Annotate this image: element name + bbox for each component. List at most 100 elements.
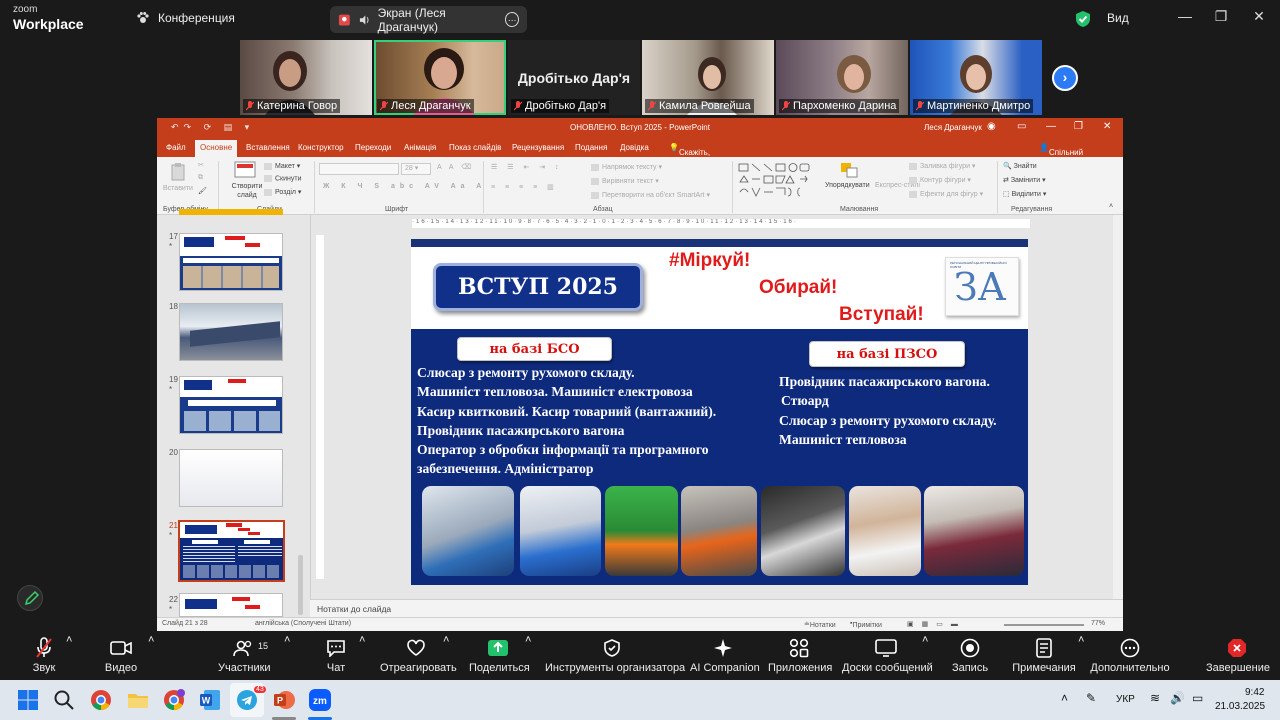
slide-thumbnail[interactable] — [179, 593, 283, 617]
end-meeting-button[interactable]: Завершение — [1206, 634, 1270, 680]
align-text-button[interactable]: Вирівняти текст ▾ — [591, 177, 659, 185]
more-options-icon[interactable]: … — [505, 12, 519, 27]
font-size-buttons[interactable]: A A ⌫ — [437, 163, 474, 171]
text-direction-button[interactable]: Напрямок тексту ▾ — [591, 163, 662, 171]
close-icon[interactable]: ✕ — [1249, 8, 1269, 25]
tab-home[interactable]: Основне — [195, 140, 238, 157]
cut-icon[interactable]: ✂ — [198, 161, 204, 169]
tab-help[interactable]: Довідка — [620, 143, 649, 152]
ppt-minimize-icon[interactable]: — — [1046, 121, 1056, 132]
copy-icon[interactable]: ⧉ — [198, 174, 203, 182]
ribbon-display-icon[interactable]: ▭ — [1017, 121, 1026, 132]
tab-animations[interactable]: Анімація — [404, 143, 436, 152]
ppt-close-icon[interactable]: ✕ — [1103, 121, 1111, 132]
new-slide-icon[interactable] — [234, 161, 256, 179]
reset-button[interactable]: Скинути — [264, 175, 302, 182]
layout-button[interactable]: Макет ▾ — [264, 162, 300, 170]
language-status[interactable]: англійська (Сполучені Штати) — [255, 620, 351, 627]
chat-button[interactable]: Чат — [320, 634, 352, 680]
audio-options-chevron-icon[interactable]: ˄ — [66, 634, 72, 680]
participant-tile[interactable]: Дробітько Дар'я Дробітько Дар'я — [508, 40, 640, 115]
audio-button[interactable]: Звук — [24, 634, 64, 680]
thumbnail-scrollbar[interactable] — [298, 555, 303, 615]
zoom-app-icon[interactable]: zm — [308, 688, 332, 712]
whiteboards-button[interactable]: Доски сообщений — [842, 634, 933, 680]
font-style-buttons[interactable]: Ж К Ч S abc AV Aa A — [323, 183, 486, 190]
minimize-icon[interactable]: — — [1175, 8, 1195, 24]
file-explorer-icon[interactable] — [126, 688, 150, 712]
tab-review[interactable]: Рецензування — [512, 143, 564, 152]
screen-share-indicator[interactable]: Экран (Леся Драганчук) … — [330, 6, 527, 34]
align-buttons[interactable]: ≡ ≡ ≡ ≡ ▥ — [491, 183, 558, 191]
word-icon[interactable]: W — [198, 688, 222, 712]
participant-tile[interactable]: Пархоменко Дарина — [776, 40, 908, 115]
video-button[interactable]: Видео — [101, 634, 141, 680]
chrome-profile-icon[interactable] — [162, 688, 186, 712]
clock-time[interactable]: 9:42 — [1245, 687, 1264, 698]
apps-button[interactable]: Приложения — [768, 634, 832, 680]
react-button[interactable]: Отреагировать — [380, 634, 457, 680]
notes-toggle[interactable]: ≐ Нотатки — [804, 620, 836, 629]
arrange-icon[interactable] — [839, 161, 859, 179]
editor-scrollbar[interactable] — [1113, 215, 1123, 599]
view-menu[interactable]: Вид — [1107, 11, 1129, 25]
participant-tile[interactable]: Мартиненко Дмитро — [910, 40, 1042, 115]
security-shield-icon[interactable] — [1075, 10, 1091, 28]
smartart-button[interactable]: Перетворити на об'єкт SmartArt ▾ — [591, 191, 710, 199]
format-painter-icon[interactable]: 🖌 — [198, 187, 207, 195]
volume-icon[interactable]: 🔊 — [1170, 691, 1185, 705]
participants-options-chevron-icon[interactable]: ˄ — [284, 634, 290, 680]
participant-tile-active[interactable]: Леся Драганчук — [374, 40, 506, 115]
input-language[interactable]: УКР — [1116, 694, 1135, 705]
tray-overflow-chevron-icon[interactable]: ˄ — [1061, 691, 1068, 705]
ai-companion-button[interactable]: AI Companion — [690, 634, 760, 680]
pen-tray-icon[interactable]: ✎ — [1086, 691, 1096, 705]
collapse-ribbon-icon[interactable]: ˄ — [1109, 203, 1113, 210]
share-button[interactable]: 👤 Спільний доступ — [1039, 143, 1083, 166]
view-buttons[interactable]: ▣▦▭▬ — [907, 620, 966, 628]
clock-date[interactable]: 21.03.2025 — [1215, 701, 1265, 712]
list-buttons[interactable]: ☰ ☰ ⇤ ⇥ ↕ — [491, 163, 563, 171]
avatar[interactable]: ◉ — [987, 121, 996, 132]
search-icon[interactable] — [52, 688, 76, 712]
slide-thumbnail[interactable] — [179, 233, 283, 291]
new-slide-button[interactable]: Створити слайд — [227, 182, 267, 200]
next-page-chevron-icon[interactable]: › — [1052, 65, 1078, 91]
ppt-restore-icon[interactable]: ❐ — [1074, 121, 1083, 132]
share-screen-button[interactable]: Поделиться — [469, 634, 530, 680]
tab-design[interactable]: Конструктор — [298, 143, 344, 152]
windows-start-icon[interactable] — [16, 688, 40, 712]
maximize-icon[interactable]: ❐ — [1211, 8, 1231, 25]
font-family-select[interactable] — [319, 163, 399, 175]
video-options-chevron-icon[interactable]: ˄ — [148, 634, 154, 680]
tab-slideshow[interactable]: Показ слайдів — [449, 143, 501, 152]
shape-outline-button[interactable]: Контур фігури ▾ — [909, 176, 971, 184]
chat-options-chevron-icon[interactable]: ˄ — [359, 634, 365, 680]
current-slide[interactable]: ВСТУП 2025 #Міркуй! Обирай! Вступай! РЕГ… — [411, 239, 1028, 585]
slide-thumbnail[interactable] — [179, 376, 283, 434]
notes-options-chevron-icon[interactable]: ˄ — [1078, 634, 1084, 680]
ppt-user[interactable]: Леся Драганчук — [924, 123, 982, 132]
tab-insert[interactable]: Вставлення — [246, 143, 290, 152]
participant-tile[interactable]: Катерина Говор — [240, 40, 372, 115]
slide-thumbnail[interactable] — [179, 449, 283, 507]
notes-button[interactable]: Примечания — [1012, 634, 1076, 680]
slide-thumbnail[interactable] — [179, 303, 283, 361]
zoom-slider[interactable] — [1004, 624, 1084, 626]
find-button[interactable]: 🔍 Знайти — [1003, 162, 1037, 170]
tab-file[interactable]: Файл — [166, 143, 186, 152]
arrange-button[interactable]: Упорядкувати — [825, 182, 870, 189]
wifi-icon[interactable]: ≋ — [1150, 691, 1160, 705]
annotate-pencil-icon[interactable] — [17, 585, 43, 611]
paste-button[interactable]: Вставити — [163, 185, 193, 192]
meeting-title[interactable]: Конференция — [136, 11, 235, 25]
select-button[interactable]: ⬚ Виділити ▾ — [1003, 190, 1046, 198]
paste-icon[interactable] — [170, 162, 188, 182]
react-options-chevron-icon[interactable]: ˄ — [443, 634, 449, 680]
whiteboards-options-chevron-icon[interactable]: ˄ — [922, 634, 928, 680]
battery-icon[interactable]: ▭ — [1192, 691, 1203, 705]
notes-pane[interactable]: Нотатки до слайда — [310, 599, 1123, 617]
slide-thumbnail-selected[interactable] — [178, 520, 285, 582]
powerpoint-icon[interactable]: P — [272, 688, 296, 712]
tab-view[interactable]: Подання — [575, 143, 607, 152]
